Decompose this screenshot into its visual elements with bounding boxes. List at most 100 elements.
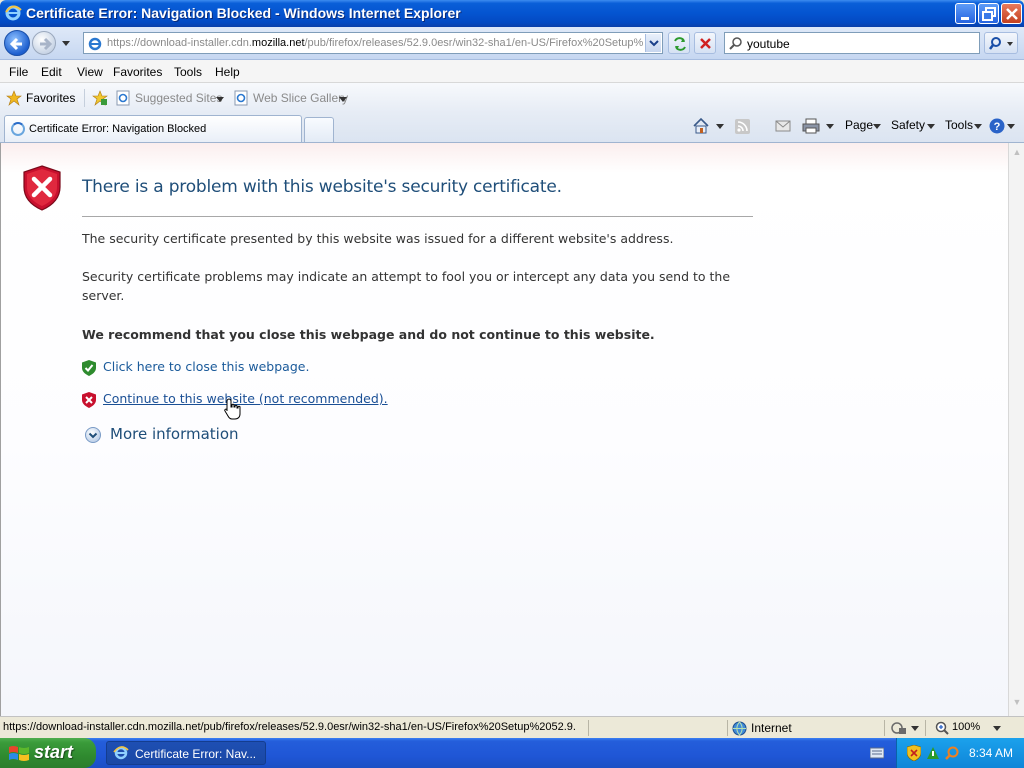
page-chevron-icon[interactable] (873, 124, 881, 130)
suggested-sites-chevron-icon[interactable] (216, 97, 224, 103)
internet-explorer-icon (113, 746, 129, 760)
security-shield-icon[interactable] (907, 745, 921, 761)
menu-help[interactable]: Help (215, 65, 240, 79)
taskbar: start Certificate Error: Nav... 8:34 AM (0, 738, 1024, 768)
restore-button[interactable] (978, 3, 999, 24)
continue-to-website-link[interactable]: Continue to this website (not recommende… (103, 391, 388, 406)
start-button[interactable]: start (0, 738, 96, 768)
more-information-label: More information (110, 425, 239, 443)
system-clock[interactable]: 8:34 AM (969, 746, 1013, 760)
print-icon[interactable] (802, 118, 820, 134)
page-menu-button[interactable]: Page (845, 118, 873, 132)
chevron-down-icon (649, 40, 659, 47)
search-go-button[interactable] (984, 32, 1018, 54)
loading-icon (11, 122, 25, 136)
help-icon[interactable]: ? (989, 118, 1005, 134)
web-slice-gallery-link[interactable]: Web Slice Gallery (253, 91, 348, 105)
tools-chevron-icon[interactable] (974, 124, 982, 130)
menu-view[interactable]: View (77, 65, 103, 79)
hand-cursor-icon (224, 398, 241, 420)
web-slice-page-icon (234, 90, 248, 106)
scroll-up-icon[interactable]: ▲ (1011, 147, 1023, 161)
title-bar: Certificate Error: Navigation Blocked - … (0, 0, 1024, 27)
back-arrow-icon (9, 37, 22, 51)
stop-icon (700, 38, 711, 49)
menu-edit[interactable]: Edit (41, 65, 62, 79)
minimize-button[interactable] (955, 3, 976, 24)
close-icon (1006, 8, 1018, 20)
close-window-button[interactable] (1001, 3, 1022, 24)
error-shield-icon (23, 165, 61, 211)
refresh-icon (674, 37, 686, 51)
forward-arrow-icon (40, 37, 53, 51)
heading-divider (82, 216, 753, 217)
safety-chevron-icon[interactable] (927, 124, 935, 130)
red-shield-icon (82, 392, 96, 408)
keyboard-icon[interactable] (870, 747, 884, 759)
recommendation-text: We recommend that you close this webpage… (82, 327, 655, 342)
home-icon[interactable] (692, 117, 710, 135)
window-title: Certificate Error: Navigation Blocked - … (26, 5, 461, 21)
menu-file[interactable]: File (9, 65, 28, 79)
system-tray: 8:34 AM (896, 738, 1024, 768)
vertical-scrollbar[interactable]: ▲ ▼ (1008, 143, 1024, 716)
protected-mode-chevron-icon[interactable] (911, 726, 919, 732)
minimize-icon (961, 17, 969, 20)
taskbar-item-internet-explorer[interactable]: Certificate Error: Nav... (106, 741, 266, 765)
suggested-sites-page-icon (116, 90, 130, 106)
address-bar[interactable]: https://download-installer.cdn.mozilla.n… (83, 32, 663, 54)
certificate-warning-text: Security certificate problems may indica… (82, 269, 731, 303)
zoom-level[interactable]: 100% (952, 721, 980, 733)
menu-tools[interactable]: Tools (174, 65, 202, 79)
stop-button[interactable] (694, 32, 716, 54)
search-tray-icon[interactable] (944, 745, 960, 761)
network-status-icon[interactable] (925, 745, 941, 761)
close-webpage-link[interactable]: Click here to close this webpage. (103, 359, 309, 374)
tab-label: Certificate Error: Navigation Blocked (29, 123, 207, 135)
expand-circle-icon (85, 427, 101, 443)
internet-zone-globe-icon (732, 721, 747, 736)
favorites-bar: Favorites Suggested Sites Web Slice Gall… (0, 83, 1024, 113)
search-icon (729, 37, 742, 50)
status-divider (588, 720, 589, 736)
forward-button[interactable] (32, 31, 56, 55)
refresh-button[interactable] (668, 32, 690, 54)
search-options-icon (989, 37, 1013, 50)
green-shield-icon (82, 360, 96, 376)
address-url[interactable]: https://download-installer.cdn.mozilla.n… (107, 37, 647, 49)
scroll-down-icon[interactable]: ▼ (1011, 697, 1023, 711)
start-label: start (34, 742, 74, 762)
search-input[interactable]: youtube (724, 32, 980, 54)
recent-pages-dropdown-icon[interactable] (60, 37, 72, 49)
feeds-icon[interactable] (735, 119, 750, 134)
menu-bar: File Edit View Favorites Tools Help (0, 60, 1024, 83)
tab-certificate-error[interactable]: Certificate Error: Navigation Blocked (4, 115, 302, 142)
page-icon (88, 37, 102, 51)
certificate-mismatch-text: The security certificate presented by th… (82, 231, 674, 246)
search-value: youtube (747, 37, 790, 51)
protected-mode-icon[interactable] (891, 721, 907, 736)
status-bar: https://download-installer.cdn.mozilla.n… (0, 716, 1024, 738)
menu-favorites[interactable]: Favorites (113, 65, 162, 79)
security-zone-label: Internet (751, 721, 792, 735)
home-chevron-icon[interactable] (716, 124, 724, 130)
read-mail-icon[interactable] (775, 119, 791, 133)
safety-menu-button[interactable]: Safety (891, 118, 925, 132)
favorites-star-icon (6, 90, 22, 106)
address-row: https://download-installer.cdn.mozilla.n… (0, 27, 1024, 60)
tools-menu-button[interactable]: Tools (945, 118, 973, 132)
help-chevron-icon[interactable] (1007, 124, 1015, 130)
back-button[interactable] (4, 30, 30, 56)
favorites-button[interactable]: Favorites (26, 91, 75, 105)
zoom-chevron-icon[interactable] (993, 726, 1001, 732)
favorites-divider (84, 89, 85, 107)
add-to-favorites-bar-icon[interactable] (92, 90, 108, 106)
address-dropdown-button[interactable] (645, 34, 661, 52)
status-divider (925, 720, 926, 736)
zoom-magnifier-icon[interactable] (935, 721, 949, 735)
suggested-sites-link[interactable]: Suggested Sites (135, 91, 222, 105)
page-title: There is a problem with this website's s… (82, 177, 562, 197)
new-tab-button[interactable] (304, 117, 334, 142)
print-chevron-icon[interactable] (826, 124, 834, 130)
web-slice-chevron-icon[interactable] (339, 97, 347, 103)
